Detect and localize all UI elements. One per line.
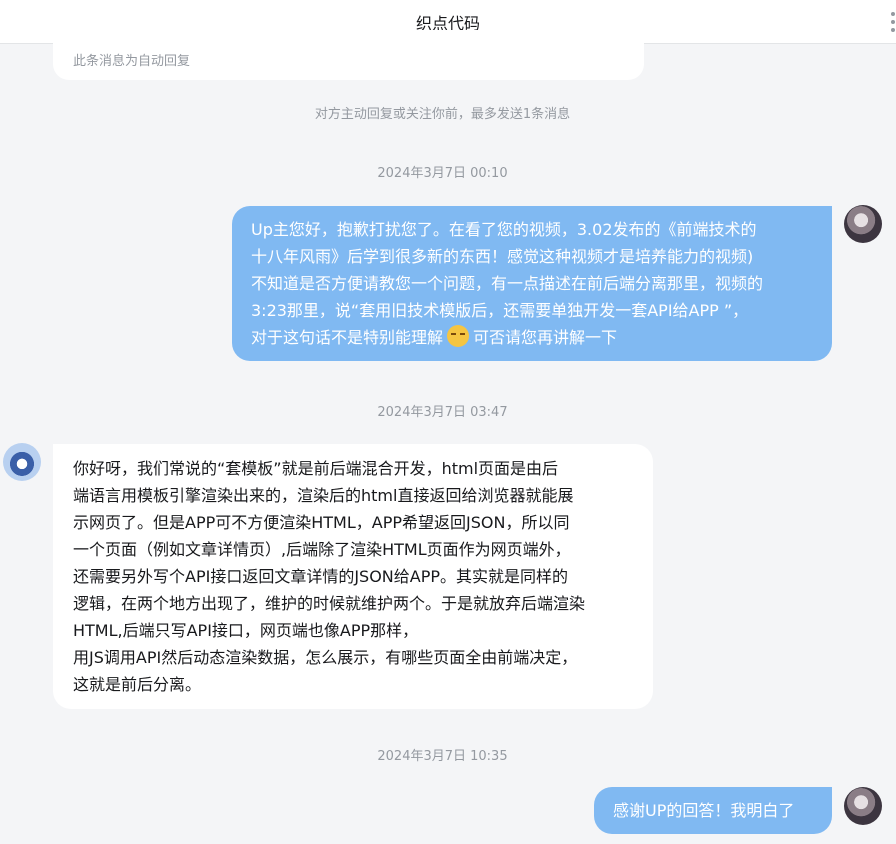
message-text: 对于这句话不是特别能理解 [251,328,444,347]
message-line: 用JS调用API然后动态渲染数据，怎么展示，有哪些页面全由前端决定， [73,648,578,667]
auto-reply-note: 此条消息为自动回复 [73,54,191,69]
message-line: 3:23那里，说“套用旧技术模版后，还需要单独开发一套API给APP ”， [251,301,749,320]
message-line: 一个页面（例如文章详情页）,后端除了渲染HTML页面作为网页端外， [73,540,571,559]
message-line: 这就是前后分离。 [73,675,202,694]
message-line: 十八年风雨》后学到很多新的东西！感觉这种视频才是培养能力的视频) [251,247,754,266]
message-line: HTML,后端只写API接口，网页端也像APP那样， [73,621,419,640]
previous-message-bubble: 此条消息为自动回复 [53,30,644,80]
timestamp: 2024年3月7日 10:35 [377,749,508,764]
outgoing-message-bubble[interactable]: 感谢UP的回答！我明白了 [594,787,832,834]
more-vertical-icon[interactable] [890,12,896,32]
message-line: Up主您好，抱歉打扰您了。在看了您的视频，3.02发布的《前端技术的 [251,220,757,239]
timestamp: 2024年3月7日 00:10 [377,166,508,181]
message-line: 逻辑，在两个地方出现了，维护的时候就维护两个。于是就放弃后端渲染 [73,594,586,613]
self-avatar[interactable] [844,205,882,243]
self-avatar[interactable] [844,787,882,825]
outgoing-message-bubble[interactable]: Up主您好，抱歉打扰您了。在看了您的视频，3.02发布的《前端技术的 十八年风雨… [232,206,832,361]
message-line: 示网页了。但是APP可不方便渲染HTML，APP希望返回JSON，所以同 [73,513,570,532]
message-text: 感谢UP的回答！我明白了 [613,801,795,820]
system-notice: 对方主动回复或关注你前，最多发送1条消息 [314,107,571,122]
message-text: 可否请您再讲解一下 [473,328,618,347]
up-avatar[interactable] [3,443,41,481]
incoming-message-bubble[interactable]: 你好呀，我们常说的“套模板”就是前后端混合开发，html页面是由后 端语言用模板… [53,444,653,709]
message-line: 还需要另外写个API接口返回文章详情的JSON给APP。其实就是同样的 [73,567,568,586]
message-line: 你好呀，我们常说的“套模板”就是前后端混合开发，html页面是由后 [73,459,559,478]
message-line: 不知道是否方便请教您一个问题，有一点描述在前后端分离那里，视频的 [251,274,764,293]
crying-laugh-emoji-icon [447,325,470,347]
timestamp: 2024年3月7日 03:47 [377,405,508,420]
message-line: 对于这句话不是特别能理解 可否请您再讲解一下 [251,324,813,351]
message-line: 端语言用模板引擎渲染出来的，渲染后的html直接返回给浏览器就能展 [73,486,574,505]
